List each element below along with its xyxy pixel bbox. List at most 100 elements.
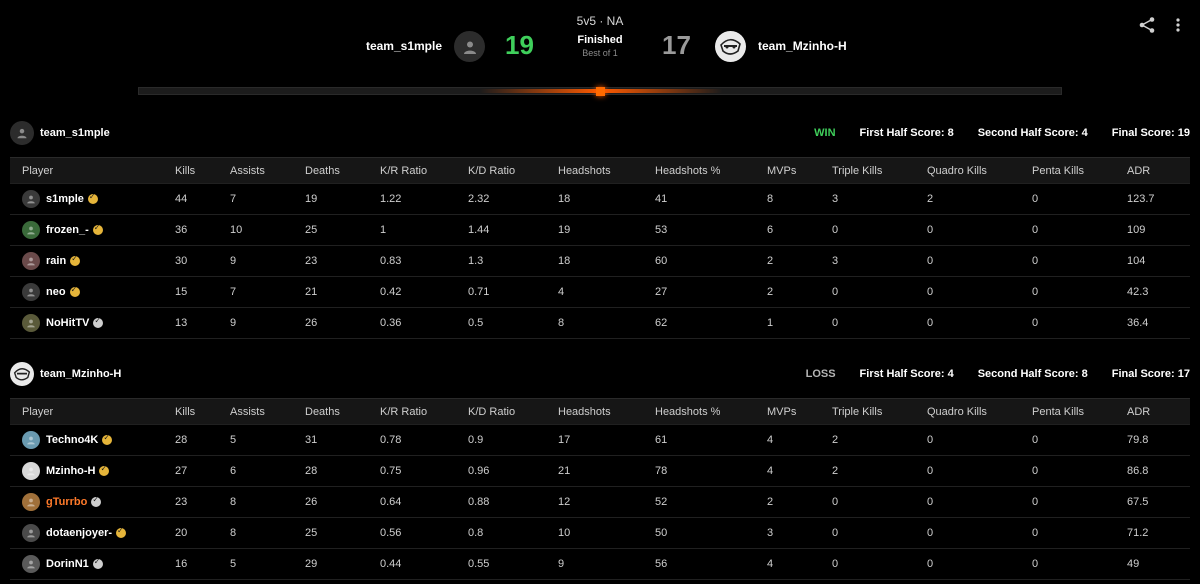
table-row[interactable]: NoHitTV139260.360.5862100036.4 bbox=[10, 307, 1190, 339]
player-avatar-icon bbox=[27, 226, 35, 235]
stat-cell: 104 bbox=[1127, 245, 1190, 277]
player-cell[interactable]: DorinN1 bbox=[10, 548, 175, 580]
player-cell[interactable]: Mzinho-H bbox=[10, 455, 175, 487]
player-name[interactable]: DorinN1 bbox=[46, 558, 89, 570]
team2-final-score: Final Score: 17 bbox=[1111, 368, 1190, 380]
team1-section-name[interactable]: team_s1mple bbox=[40, 127, 110, 139]
player-avatar[interactable] bbox=[22, 462, 40, 480]
column-header[interactable]: Headshots bbox=[558, 398, 655, 425]
player-avatar[interactable] bbox=[22, 221, 40, 239]
column-header[interactable]: Triple Kills bbox=[832, 398, 927, 425]
table-row[interactable]: Mzinho-H276280.750.962178420086.8 bbox=[10, 455, 1190, 487]
player-name[interactable]: dotaenjoyer- bbox=[46, 527, 112, 539]
share-button[interactable] bbox=[1138, 16, 1156, 34]
column-header[interactable]: K/D Ratio bbox=[468, 157, 558, 184]
player-cell[interactable]: s1mple bbox=[10, 183, 175, 215]
player-name[interactable]: NoHitTV bbox=[46, 317, 89, 329]
column-header[interactable]: Player bbox=[10, 157, 175, 184]
column-header[interactable]: Deaths bbox=[305, 157, 380, 184]
table-header-row: Player Kills Assists Deaths K/R Ratio K/D Rat… bbox=[10, 398, 1190, 425]
column-header[interactable]: Quadro Kills bbox=[927, 157, 1032, 184]
player-name[interactable]: rain bbox=[46, 255, 66, 267]
stat-cell: 2 bbox=[767, 245, 832, 277]
team2-avatar[interactable] bbox=[715, 31, 746, 62]
player-avatar-icon bbox=[27, 498, 35, 507]
player-avatar-icon bbox=[27, 288, 35, 297]
column-header[interactable]: Player bbox=[10, 398, 175, 425]
column-header[interactable]: Kills bbox=[175, 398, 230, 425]
player-avatar[interactable] bbox=[22, 252, 40, 270]
table-row[interactable]: gTurrbo238260.640.881252200067.5 bbox=[10, 486, 1190, 518]
player-avatar[interactable] bbox=[22, 431, 40, 449]
player-name[interactable]: gTurrbo bbox=[46, 496, 87, 508]
column-header[interactable]: ADR bbox=[1127, 157, 1190, 184]
stat-cell: 4 bbox=[767, 548, 832, 580]
team2-small-avatar[interactable] bbox=[10, 362, 34, 386]
table-row[interactable]: DorinN1165290.440.55956400049 bbox=[10, 548, 1190, 580]
team2-section-name[interactable]: team_Mzinho-H bbox=[40, 368, 121, 380]
share-icon bbox=[1139, 17, 1155, 33]
team1-score: 19 bbox=[505, 30, 534, 60]
stat-cell: 61 bbox=[655, 424, 767, 456]
column-header[interactable]: MVPs bbox=[767, 157, 832, 184]
player-cell[interactable]: Techno4K bbox=[10, 424, 175, 456]
table-row[interactable]: s1mple 447191.222.3218418320123.7 bbox=[10, 183, 1190, 215]
player-avatar[interactable] bbox=[22, 314, 40, 332]
column-header[interactable]: Headshots % bbox=[655, 398, 767, 425]
more-options-button[interactable] bbox=[1172, 16, 1184, 34]
column-header[interactable]: Assists bbox=[230, 157, 305, 184]
player-cell[interactable]: NoHitTV bbox=[10, 307, 175, 339]
column-header[interactable]: K/R Ratio bbox=[380, 398, 468, 425]
column-header[interactable]: Assists bbox=[230, 398, 305, 425]
match-timeline-bar bbox=[138, 87, 1062, 96]
table-row[interactable]: frozen_-36102511.4419536000109 bbox=[10, 214, 1190, 246]
player-name[interactable]: neo bbox=[46, 286, 66, 298]
stat-cell: 20 bbox=[175, 517, 230, 549]
player-cell[interactable]: neo bbox=[10, 276, 175, 308]
verified-badge-icon bbox=[92, 557, 103, 569]
column-header[interactable]: Headshots % bbox=[655, 157, 767, 184]
player-name[interactable]: s1mple bbox=[46, 193, 84, 205]
player-avatar-icon bbox=[27, 195, 35, 204]
player-avatar[interactable] bbox=[22, 190, 40, 208]
stat-cell: 19 bbox=[558, 214, 655, 246]
player-name[interactable]: Mzinho-H bbox=[46, 465, 95, 477]
stat-cell: 0 bbox=[1032, 245, 1127, 277]
player-cell[interactable]: gTurrbo bbox=[10, 486, 175, 518]
stat-cell: 2 bbox=[927, 183, 1032, 215]
team1-name[interactable]: team_s1mple bbox=[366, 39, 442, 53]
column-header[interactable]: Headshots bbox=[558, 157, 655, 184]
player-avatar[interactable] bbox=[22, 493, 40, 511]
table-row[interactable]: Techno4K285310.780.91761420079.8 bbox=[10, 424, 1190, 456]
player-cell[interactable]: frozen_- bbox=[10, 214, 175, 246]
player-info: frozen_- bbox=[22, 221, 175, 239]
team2-score: 17 bbox=[662, 30, 691, 60]
stat-cell: 0 bbox=[1032, 424, 1127, 456]
stat-cell: 27 bbox=[655, 276, 767, 308]
column-header[interactable]: Penta Kills bbox=[1032, 398, 1127, 425]
player-avatar[interactable] bbox=[22, 283, 40, 301]
player-name[interactable]: Techno4K bbox=[46, 434, 98, 446]
player-avatar[interactable] bbox=[22, 524, 40, 542]
team2-name[interactable]: team_Mzinho-H bbox=[758, 39, 847, 53]
column-header[interactable]: K/R Ratio bbox=[380, 157, 468, 184]
column-header[interactable]: K/D Ratio bbox=[468, 398, 558, 425]
player-name[interactable]: frozen_- bbox=[46, 224, 89, 236]
table-row[interactable]: dotaenjoyer-208250.560.81050300071.2 bbox=[10, 517, 1190, 549]
column-header[interactable]: MVPs bbox=[767, 398, 832, 425]
column-header[interactable]: Deaths bbox=[305, 398, 380, 425]
team1-avatar[interactable] bbox=[454, 31, 485, 62]
column-header[interactable]: Triple Kills bbox=[832, 157, 927, 184]
player-cell[interactable]: rain bbox=[10, 245, 175, 277]
column-header[interactable]: Kills bbox=[175, 157, 230, 184]
table-row[interactable]: neo157210.420.71427200042.3 bbox=[10, 276, 1190, 308]
table-row[interactable]: rain309230.831.318602300104 bbox=[10, 245, 1190, 277]
team1-small-avatar[interactable] bbox=[10, 121, 34, 145]
player-avatar[interactable] bbox=[22, 555, 40, 573]
sketch-avatar-icon bbox=[13, 368, 31, 381]
column-header[interactable]: Quadro Kills bbox=[927, 398, 1032, 425]
column-header[interactable]: ADR bbox=[1127, 398, 1190, 425]
column-header[interactable]: Penta Kills bbox=[1032, 157, 1127, 184]
player-cell[interactable]: dotaenjoyer- bbox=[10, 517, 175, 549]
verified-badge-icon bbox=[92, 223, 103, 235]
